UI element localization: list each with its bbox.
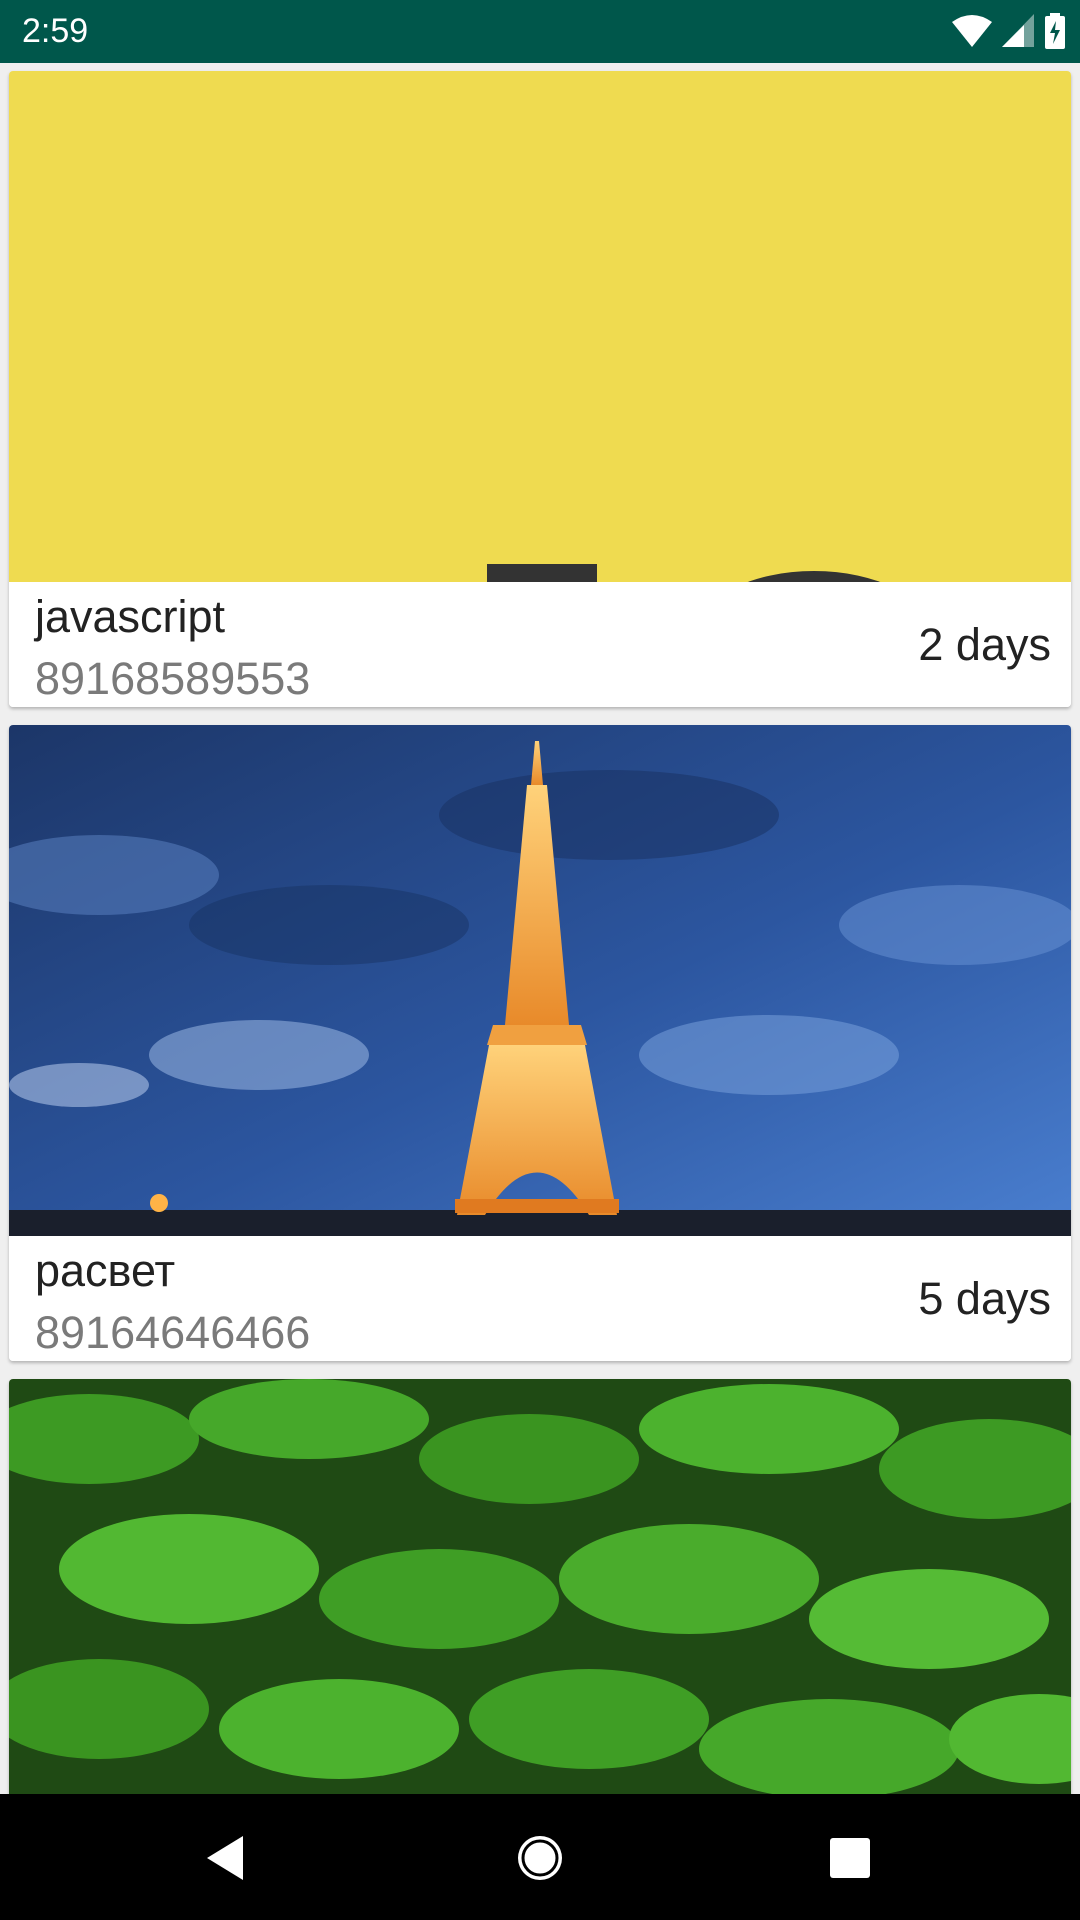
back-icon bbox=[207, 1836, 243, 1880]
card-footer: javascript 89168589553 2 days bbox=[9, 582, 1071, 707]
status-bar: 2:59 bbox=[0, 0, 1080, 63]
wifi-icon bbox=[952, 15, 992, 47]
home-button[interactable] bbox=[500, 1818, 580, 1898]
card-title: расвет bbox=[35, 1245, 176, 1296]
card-image-eiffel-tower bbox=[9, 725, 1071, 1236]
recents-button[interactable] bbox=[810, 1818, 890, 1898]
card-age: 5 days bbox=[918, 1273, 1051, 1324]
card-item[interactable]: расвет 89164646466 5 days bbox=[9, 725, 1071, 1361]
card-phone: 89168589553 bbox=[35, 653, 311, 704]
status-time: 2:59 bbox=[22, 12, 89, 50]
card-footer: расвет 89164646466 5 days bbox=[9, 1236, 1071, 1361]
card-item[interactable]: javascript 89168589553 2 days bbox=[9, 71, 1071, 707]
card-phone: 89164646466 bbox=[35, 1307, 311, 1358]
card-image-ferns bbox=[9, 1379, 1071, 1794]
card-item[interactable] bbox=[9, 1379, 1071, 1794]
back-button[interactable] bbox=[185, 1818, 265, 1898]
card-title: javascript bbox=[35, 591, 226, 642]
card-age: 2 days bbox=[918, 619, 1051, 670]
recents-icon bbox=[830, 1838, 870, 1878]
home-icon bbox=[518, 1836, 562, 1880]
status-icons bbox=[952, 12, 1066, 50]
card-image-javascript bbox=[9, 71, 1071, 582]
card-feed[interactable]: javascript 89168589553 2 days расвет 891… bbox=[0, 63, 1080, 1794]
battery-charging-icon bbox=[1045, 13, 1065, 49]
cell-signal-icon bbox=[1002, 14, 1034, 47]
navigation-bar bbox=[0, 1794, 1080, 1920]
